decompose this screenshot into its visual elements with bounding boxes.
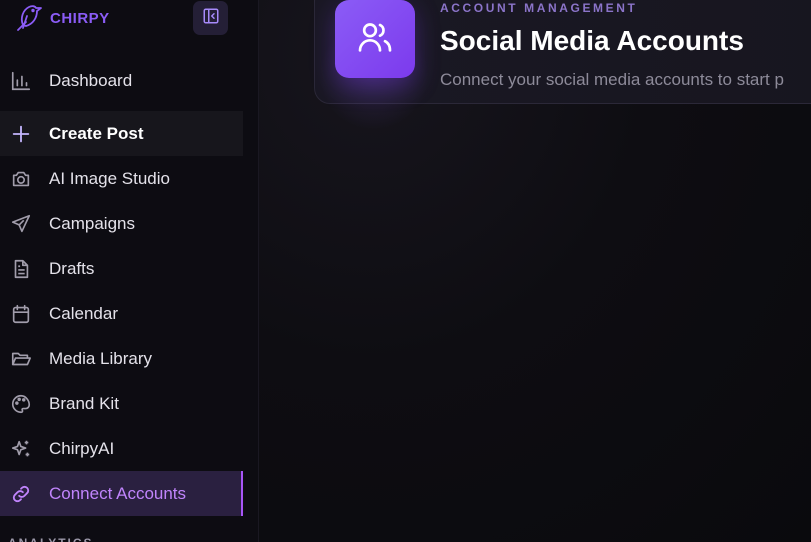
sidebar-item-label: Dashboard bbox=[49, 70, 133, 90]
sidebar-item-drafts[interactable]: Drafts bbox=[0, 246, 243, 291]
sidebar-item-create-post[interactable]: Create Post bbox=[0, 111, 243, 156]
sidebar-item-label: Brand Kit bbox=[49, 393, 119, 413]
sidebar-item-label: Calendar bbox=[49, 303, 118, 323]
plane-icon bbox=[9, 212, 33, 236]
document-icon bbox=[9, 257, 33, 281]
main-content: ACCOUNT MANAGEMENT Social Media Accounts… bbox=[259, 0, 811, 542]
sidebar-item-brand-kit[interactable]: Brand Kit bbox=[0, 381, 243, 426]
calendar-icon bbox=[9, 302, 33, 326]
sidebar-item-label: Connect Accounts bbox=[49, 483, 187, 503]
sidebar-item-label: Campaigns bbox=[49, 213, 135, 233]
brand-name: CHIRPY bbox=[50, 9, 110, 27]
sparkles-icon bbox=[9, 437, 33, 461]
page-title: Social Media Accounts bbox=[440, 25, 744, 56]
app-window: CHIRPY Dashboard Create Post AI Image St… bbox=[0, 0, 811, 542]
sidebar-item-dashboard[interactable]: Dashboard bbox=[0, 58, 243, 103]
sidebar-collapse-button[interactable] bbox=[193, 1, 228, 35]
sidebar-item-calendar[interactable]: Calendar bbox=[0, 291, 243, 336]
plus-icon bbox=[9, 122, 33, 146]
sidebar-item-connect-accounts[interactable]: Connect Accounts bbox=[0, 471, 243, 516]
camera-icon bbox=[9, 167, 33, 191]
sidebar-item-campaigns[interactable]: Campaigns bbox=[0, 201, 243, 246]
link-icon bbox=[9, 482, 33, 506]
page-subtitle: Connect your social media accounts to st… bbox=[440, 70, 784, 89]
page-eyebrow: ACCOUNT MANAGEMENT bbox=[440, 1, 638, 15]
header-icon-tile bbox=[335, 0, 415, 78]
sidebar-item-ai-image-studio[interactable]: AI Image Studio bbox=[0, 156, 243, 201]
sidebar-item-media-library[interactable]: Media Library bbox=[0, 336, 243, 381]
sidebar-item-chirpyai[interactable]: ChirpyAI bbox=[0, 426, 243, 471]
bird-logo-icon bbox=[12, 0, 46, 36]
sidebar-item-label: ChirpyAI bbox=[49, 438, 115, 458]
users-icon bbox=[355, 17, 395, 62]
folder-open-icon bbox=[9, 347, 33, 371]
brand[interactable]: CHIRPY bbox=[12, 0, 110, 36]
sidebar-item-label: AI Image Studio bbox=[49, 168, 170, 188]
bar-chart-icon bbox=[9, 69, 33, 93]
section-label-analytics: ANALYTICS bbox=[8, 536, 94, 542]
sidebar-item-label: Media Library bbox=[49, 348, 152, 368]
sidebar: CHIRPY Dashboard Create Post AI Image St… bbox=[0, 0, 259, 542]
sidebar-collapse-icon bbox=[202, 7, 220, 30]
sidebar-item-label: Create Post bbox=[49, 123, 144, 143]
palette-icon bbox=[9, 392, 33, 416]
sidebar-item-label: Drafts bbox=[49, 258, 95, 278]
